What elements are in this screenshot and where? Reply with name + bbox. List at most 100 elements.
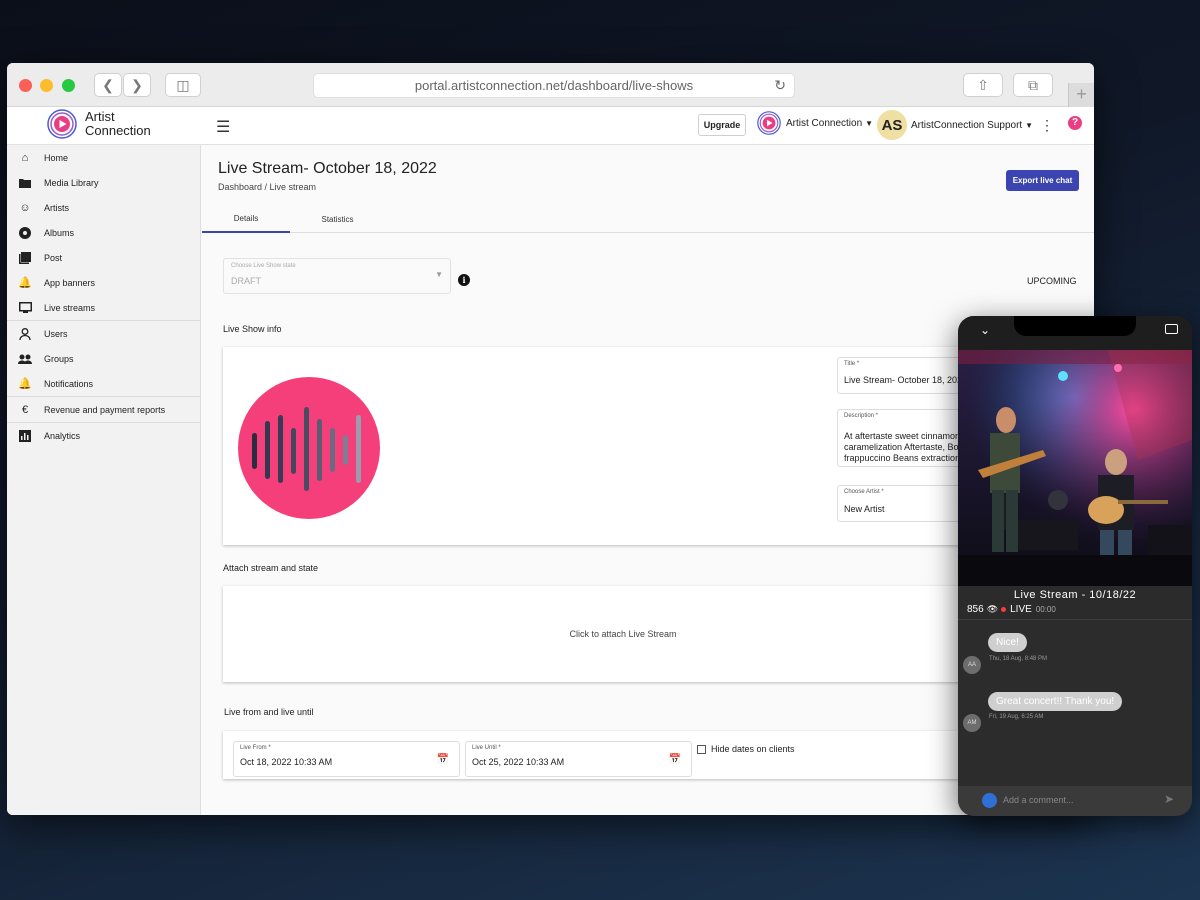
user-avatar-dot [982, 793, 997, 808]
tabs-icon: ⧉ [1028, 76, 1038, 93]
live-show-state-select[interactable]: Choose Live Show state DRAFT ▼ [223, 258, 451, 294]
attach-stream-text: Click to attach Live Stream [569, 629, 677, 639]
chevron-down-icon: ▼ [1025, 120, 1034, 130]
organization-switcher[interactable]: Artist Connection ▼ [757, 111, 873, 135]
maximize-window-button[interactable] [62, 79, 75, 92]
reload-icon[interactable]: ↻ [774, 77, 786, 94]
sidebar-item-post[interactable]: Post [7, 245, 200, 270]
chat-message: Great concert!! Thank you! [988, 692, 1123, 711]
logo-text: Artist Connection [85, 110, 151, 138]
sidebar-item-media-library[interactable]: Media Library [7, 170, 200, 195]
sidebar-item-groups[interactable]: Groups [7, 346, 200, 371]
calendar-icon[interactable]: 📅 [437, 754, 449, 765]
eye-icon: 👁 [986, 604, 999, 614]
bell-icon: 🔔 [18, 277, 32, 289]
select-label: Choose Live Show state [231, 263, 296, 269]
field-label: Live From * [240, 745, 271, 751]
share-button[interactable]: ⇧ [963, 73, 1003, 97]
logo-line1: Artist [85, 109, 115, 124]
more-options-icon[interactable]: ⋮ [1040, 117, 1054, 134]
chevron-left-icon: ❮ [102, 76, 114, 93]
calendar-icon[interactable]: 📅 [669, 754, 681, 765]
export-live-chat-button[interactable]: Export live chat [1006, 170, 1079, 191]
live-until-field[interactable]: Live Until * Oct 25, 2022 10:33 AM 📅 [465, 741, 692, 777]
sidebar-item-albums[interactable]: Albums [7, 220, 200, 245]
concert-video-image[interactable] [958, 350, 1192, 586]
browser-window: ❮ ❯ ◫ portal.artistconnection.net/dashbo… [7, 63, 1094, 815]
state-status: UPCOMING [1027, 276, 1077, 286]
chat-message: Nice! [988, 633, 1027, 652]
send-icon[interactable]: ➤ [1164, 792, 1174, 806]
sidebar-item-label: Users [44, 328, 68, 339]
info-icon[interactable]: i [458, 274, 470, 286]
live-range-card: Live From * Oct 18, 2022 10:33 AM 📅 Live… [223, 731, 1023, 779]
forward-button[interactable]: ❯ [123, 73, 151, 97]
chevron-right-icon: ❯ [131, 76, 143, 93]
sidebar-toggle-button[interactable]: ◫ [165, 73, 201, 97]
viewer-count: 856 [967, 604, 984, 615]
sidebar-item-notifications[interactable]: 🔔 Notifications [7, 371, 200, 396]
tab-statistics[interactable]: Statistics [290, 205, 385, 233]
live-show-info-card: Title * Live Stream- October 18, 2022 De… [223, 347, 1023, 545]
chart-icon [18, 429, 32, 443]
org-name: Artist Connection [786, 117, 863, 129]
sidebar-item-label: Media Library [44, 177, 99, 188]
viewer-stats: 856 👁 LIVE 00:00 [967, 604, 1056, 615]
field-label: Description * [844, 413, 879, 419]
user-avatar: AS [877, 110, 907, 140]
cast-icon[interactable] [1165, 324, 1178, 334]
live-from-field[interactable]: Live From * Oct 18, 2022 10:33 AM 📅 [233, 741, 460, 777]
sidebar-item-label: Post [44, 252, 63, 263]
section-live-range: Live from and live until [224, 707, 314, 717]
artist-connection-logo-icon [47, 109, 77, 139]
sidebar-item-label: Albums [44, 227, 75, 238]
browser-toolbar: ❮ ❯ ◫ portal.artistconnection.net/dashbo… [7, 63, 1094, 107]
upgrade-button[interactable]: Upgrade [698, 114, 746, 136]
hide-dates-checkbox-row[interactable]: Hide dates on clients [697, 744, 795, 754]
chevron-down-icon: ▼ [865, 118, 874, 128]
field-label: Live Until * [472, 745, 501, 751]
chevron-down-icon[interactable]: ⌄ [980, 323, 990, 337]
hamburger-menu-icon[interactable]: ☰ [216, 117, 230, 137]
close-window-button[interactable] [19, 79, 32, 92]
org-logo-icon [757, 111, 781, 135]
hide-dates-checkbox[interactable] [697, 744, 706, 754]
new-tab-button[interactable]: + [1068, 83, 1094, 107]
home-icon: ⌂ [21, 151, 29, 164]
sidebar-item-home[interactable]: ⌂ Home [7, 145, 200, 170]
tab-details[interactable]: Details [202, 205, 290, 233]
app: Artist Connection ☰ Upgrade Artist Conne… [7, 107, 1094, 815]
help-icon[interactable]: ? [1068, 116, 1082, 130]
field-label: Choose Artist * [844, 489, 884, 495]
album-icon [18, 226, 32, 240]
show-cover-image[interactable] [237, 373, 381, 523]
back-button[interactable]: ❮ [94, 73, 122, 97]
phone-preview: ⌄ Live Stream - 10/18/22 856 👁 LIVE 00:0… [958, 316, 1192, 816]
attach-stream-card[interactable]: Click to attach Live Stream [223, 586, 1023, 682]
address-bar[interactable]: portal.artistconnection.net/dashboard/li… [313, 73, 795, 98]
group-icon [18, 352, 32, 366]
sidebar-item-live-streams[interactable]: Live streams [7, 295, 200, 320]
bell-icon: 🔔 [18, 378, 32, 390]
user-menu[interactable]: AS ArtistConnection Support ▼ [877, 110, 1033, 140]
sidebar-item-artists[interactable]: ☺ Artists [7, 195, 200, 220]
sidebar-item-label: Groups [44, 353, 74, 364]
comment-input[interactable]: Add a comment... [1003, 795, 1074, 805]
caret-down-icon: ▼ [435, 270, 443, 279]
brand-logo[interactable]: Artist Connection [47, 109, 151, 139]
sidebar-item-app-banners[interactable]: 🔔 App banners [7, 270, 200, 295]
sidebar-item-label: Artists [44, 202, 70, 213]
breadcrumb[interactable]: Dashboard / Live stream [218, 182, 316, 192]
minimize-window-button[interactable] [40, 79, 53, 92]
sidebar-item-users[interactable]: Users [7, 321, 200, 346]
chat-timestamp: Fri, 19 Aug, 6:25 AM [989, 714, 1044, 720]
folder-icon [18, 176, 32, 190]
tabs-overview-button[interactable]: ⧉ [1013, 73, 1053, 97]
hide-dates-label: Hide dates on clients [711, 744, 795, 754]
section-live-show-info: Live Show info [223, 324, 282, 334]
sidebar-item-revenue-reports[interactable]: € Revenue and payment reports [7, 397, 200, 422]
sidebar-item-label: Notifications [44, 378, 94, 389]
url-text: portal.artistconnection.net/dashboard/li… [414, 78, 694, 93]
sidebar-item-analytics[interactable]: Analytics [7, 423, 200, 448]
share-icon: ⇧ [977, 76, 989, 93]
